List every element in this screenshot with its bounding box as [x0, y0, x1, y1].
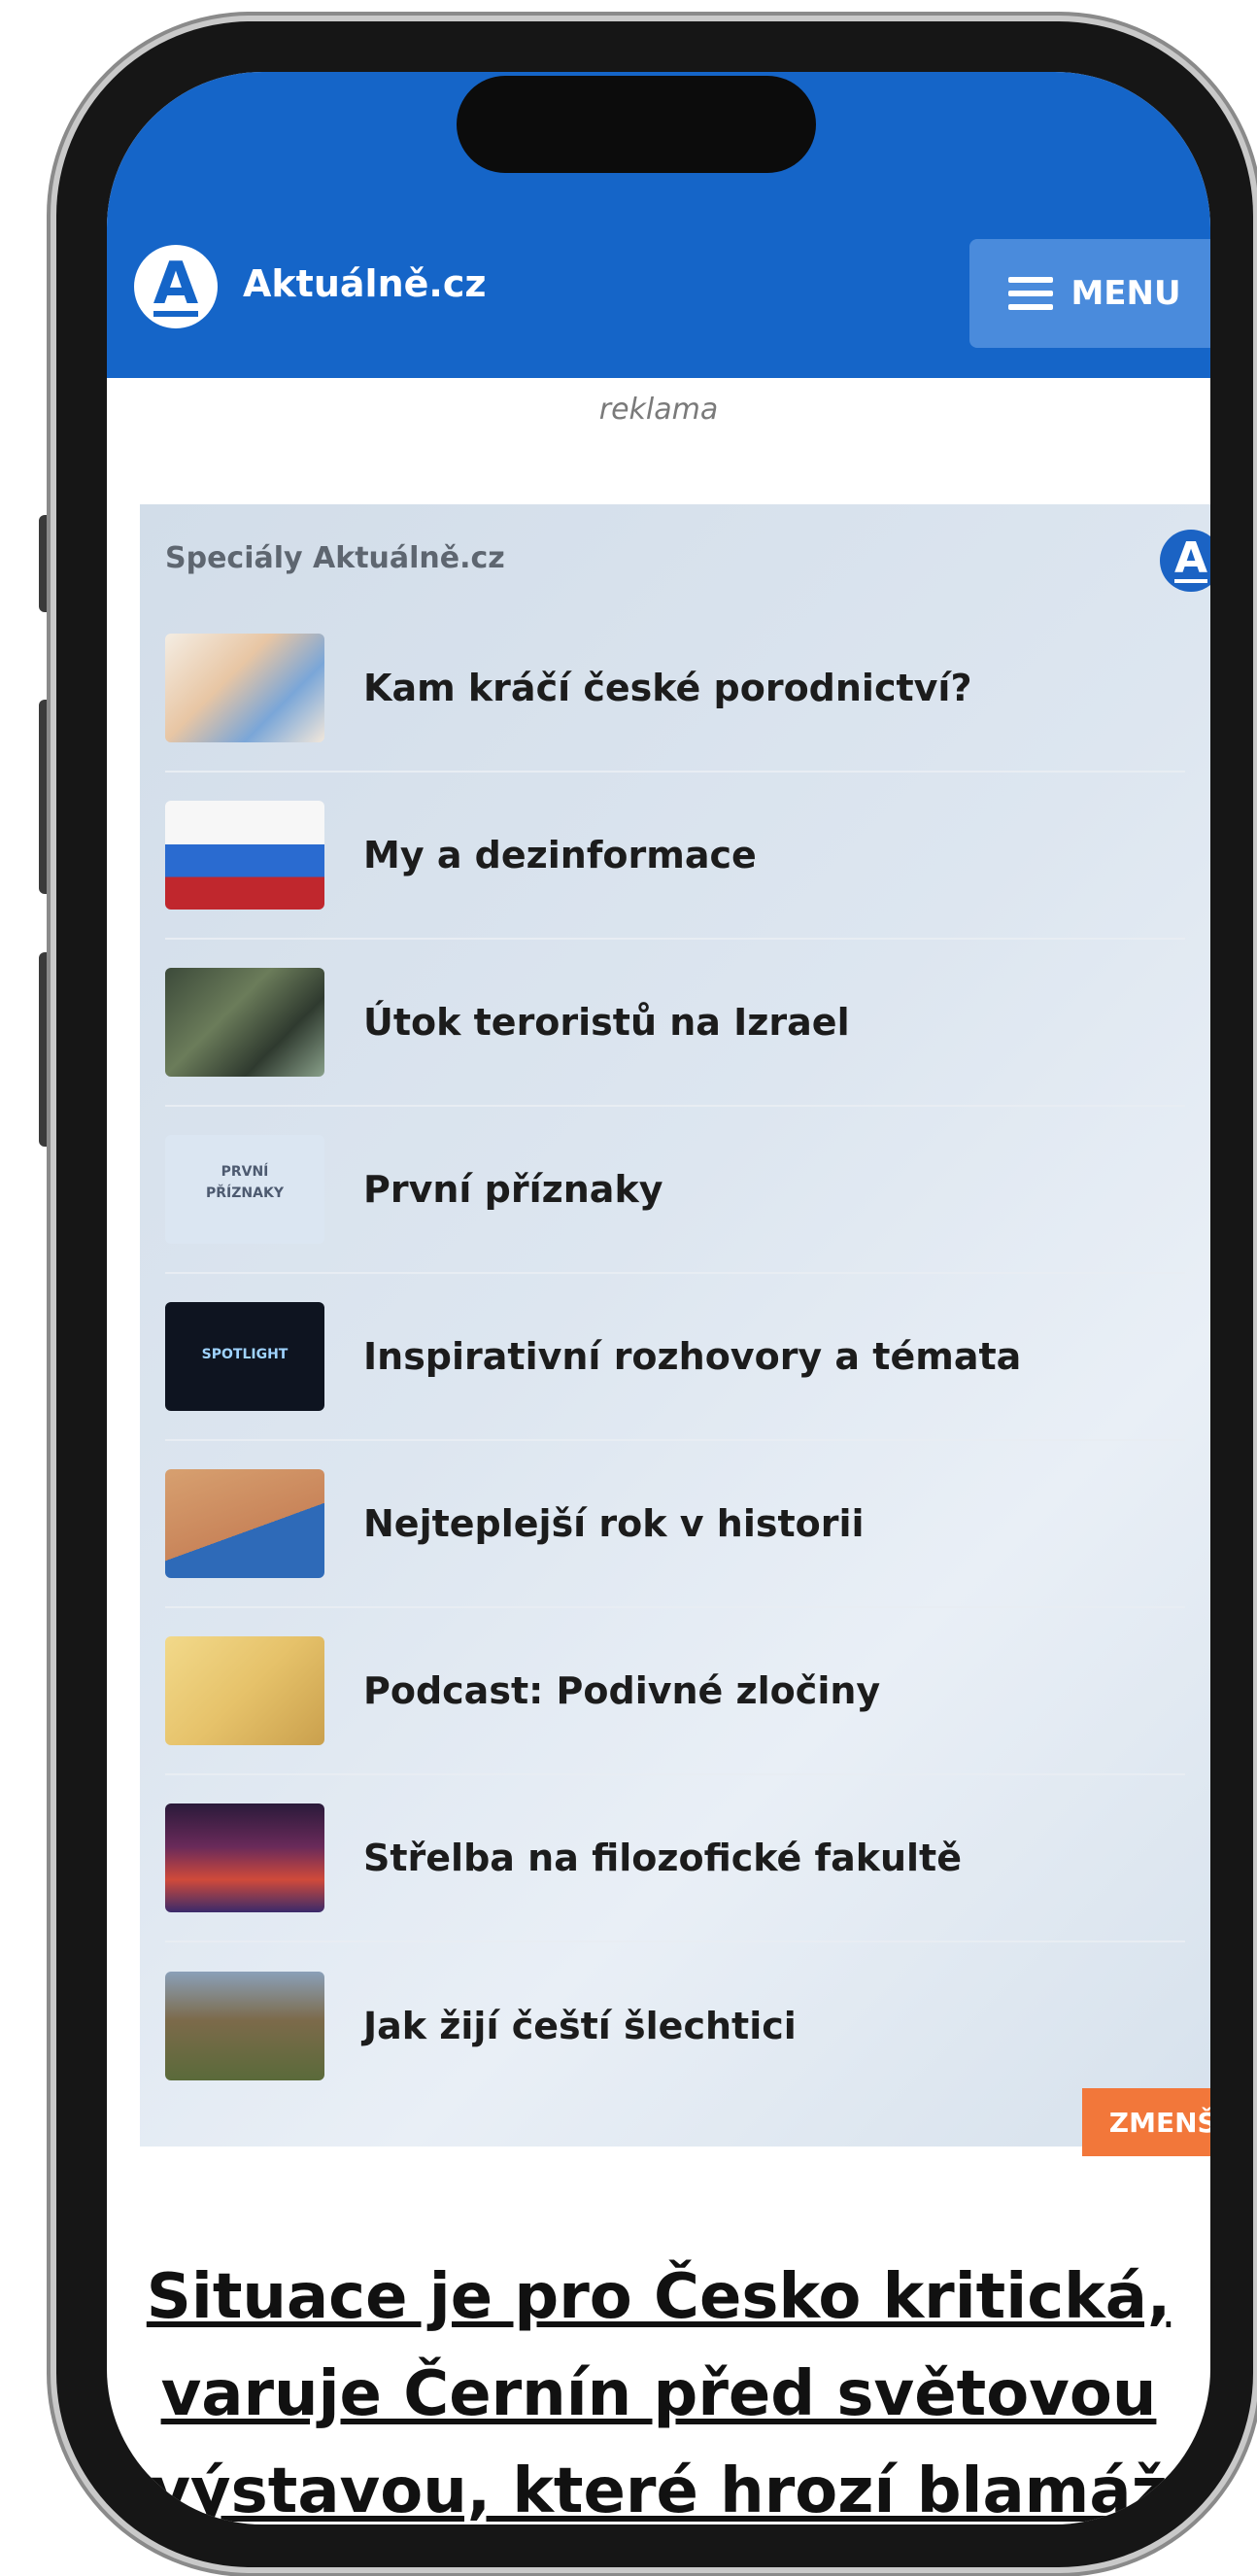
thumbnail-text: PŘÍZNAKY — [206, 1185, 284, 1201]
specials-title: Speciály Aktuálně.cz — [165, 541, 505, 575]
site-title[interactable]: Aktuálně.cz — [243, 262, 486, 305]
special-item-label[interactable]: Kam kráčí české porodnictví? — [363, 667, 971, 709]
article-headline[interactable]: Situace je pro Česko kritická, varuje Če… — [107, 2249, 1210, 2524]
special-item-label[interactable]: Nejteplejší rok v historii — [363, 1502, 865, 1545]
menu-label: MENU — [1070, 274, 1181, 313]
special-thumbnail[interactable] — [165, 801, 324, 910]
special-item-label[interactable]: Podcast: Podivné zločiny — [363, 1669, 880, 1712]
special-thumbnail[interactable] — [165, 1803, 324, 1912]
special-item-label[interactable]: Jak žijí čeští šlechtici — [363, 2005, 797, 2047]
special-thumbnail[interactable] — [165, 634, 324, 742]
specials-logo-letter: A — [1173, 533, 1208, 583]
special-item[interactable]: Podcast: Podivné zločiny — [165, 1608, 1185, 1775]
ad-label: reklama — [598, 393, 719, 427]
special-thumbnail[interactable]: PRVNÍ PŘÍZNAKY — [165, 1135, 324, 1244]
specials-panel: Speciály Aktuálně.cz A Kam kráčí české p… — [140, 504, 1210, 2156]
shrink-button[interactable]: ZMENŠIT — [1082, 2088, 1210, 2156]
special-item[interactable]: Nejteplejší rok v historii — [165, 1441, 1185, 1608]
specials-logo-icon: A — [1160, 530, 1210, 592]
special-item-label[interactable]: První příznaky — [363, 1168, 663, 1211]
special-item-label[interactable]: My a dezinformace — [363, 834, 757, 876]
special-item-label[interactable]: Útok teroristů na Izrael — [363, 1001, 850, 1044]
special-thumbnail[interactable] — [165, 1972, 324, 2080]
special-item[interactable]: PRVNÍ PŘÍZNAKY První příznaky — [165, 1107, 1185, 1274]
special-item[interactable]: Útok teroristů na Izrael — [165, 940, 1185, 1107]
menu-button[interactable]: MENU — [969, 239, 1210, 348]
special-thumbnail[interactable] — [165, 1636, 324, 1745]
volume-down-button — [39, 952, 54, 1147]
headline-line[interactable]: Situace je pro Česko kritická, — [107, 2249, 1210, 2346]
mute-switch — [39, 515, 54, 612]
site-logo-icon[interactable]: A — [134, 245, 218, 328]
thumbnail-text: SPOTLIGHT — [201, 1347, 289, 1362]
special-thumbnail[interactable]: SPOTLIGHT — [165, 1302, 324, 1411]
hamburger-icon — [1008, 277, 1054, 310]
special-item-label[interactable]: Střelba na filozofické fakultě — [363, 1837, 962, 1879]
logo-letter: A — [153, 250, 199, 318]
specials-list: Kam kráčí české porodnictví? My a dezinf… — [165, 605, 1185, 2110]
dynamic-island — [457, 76, 816, 173]
special-item-label[interactable]: Inspirativní rozhovory a témata — [363, 1335, 1021, 1378]
special-item[interactable]: My a dezinformace — [165, 773, 1185, 940]
phone-screen: A Aktuálně.cz MENU reklama Speciály Aktu… — [107, 72, 1210, 2524]
special-thumbnail[interactable] — [165, 1469, 324, 1578]
thumbnail-text: PRVNÍ — [221, 1164, 269, 1180]
special-item[interactable]: SPOTLIGHT Inspirativní rozhovory a témat… — [165, 1274, 1185, 1441]
phone-frame: A Aktuálně.cz MENU reklama Speciály Aktu… — [56, 21, 1253, 2567]
special-item[interactable]: Kam kráčí české porodnictví? — [165, 605, 1185, 773]
special-item[interactable]: Střelba na filozofické fakultě — [165, 1775, 1185, 1942]
special-item[interactable]: Jak žijí čeští šlechtici — [165, 1942, 1185, 2110]
special-thumbnail[interactable] — [165, 968, 324, 1077]
volume-up-button — [39, 700, 54, 894]
headline-line[interactable]: výstavou, které hrozí blamáž — [107, 2443, 1210, 2524]
headline-line[interactable]: varuje Černín před světovou — [107, 2346, 1210, 2443]
